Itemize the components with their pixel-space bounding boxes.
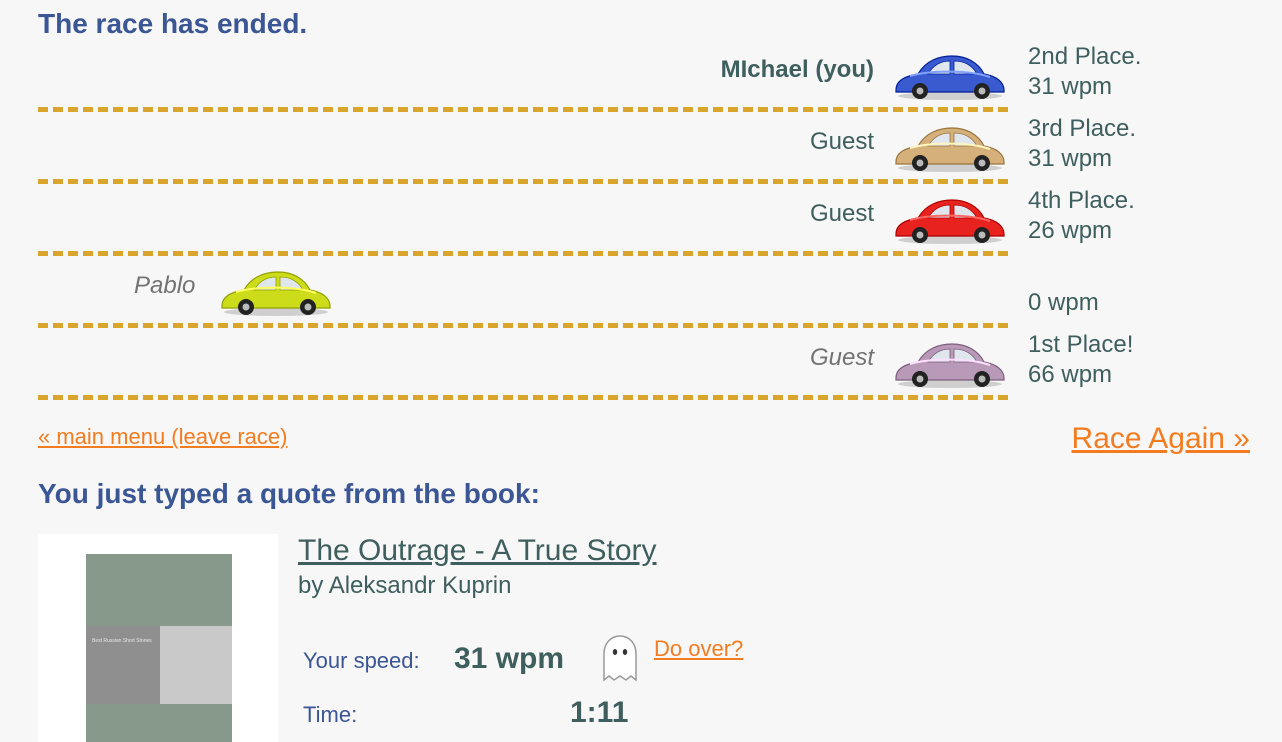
car-icon bbox=[890, 338, 1008, 390]
car-icon bbox=[890, 194, 1008, 246]
race-lane: MIchael (you) 2nd Place. 31 wpm bbox=[38, 40, 1258, 112]
race-results-page: The race has ended. MIchael (you) 2nd Pl… bbox=[0, 0, 1282, 742]
speed-value: 31 wpm bbox=[454, 642, 565, 675]
time-value: 1:11 bbox=[570, 696, 629, 729]
ghost-icon[interactable] bbox=[594, 632, 646, 684]
race-lane: Guest 4th Place. 26 wpm bbox=[38, 184, 1258, 256]
book-author: by Aleksandr Kuprin bbox=[298, 572, 512, 599]
racer-place bbox=[1028, 258, 1099, 288]
car-icon bbox=[890, 50, 1008, 102]
quote-heading: You just typed a quote from the book: bbox=[38, 478, 540, 509]
racer-result: 0 wpm bbox=[1028, 258, 1099, 318]
racer-wpm: 31 wpm bbox=[1028, 73, 1113, 100]
book-cover[interactable]: Best Russian Short Stories bbox=[86, 554, 232, 742]
racer-place: 4th Place. bbox=[1028, 187, 1135, 214]
lane-divider bbox=[38, 395, 1008, 400]
car-icon bbox=[216, 266, 334, 318]
car-icon bbox=[890, 122, 1008, 174]
racer-place: 1st Place! bbox=[1028, 331, 1134, 358]
speed-label: Your speed: bbox=[303, 648, 420, 673]
race-lane: Pablo 0 wpm bbox=[38, 256, 1258, 328]
racer-result: 4th Place. 26 wpm bbox=[1028, 186, 1135, 246]
racer-result: 2nd Place. 31 wpm bbox=[1028, 42, 1141, 102]
race-lane: Guest 3rd Place. 31 wpm bbox=[38, 112, 1258, 184]
racer-wpm: 31 wpm bbox=[1028, 145, 1113, 172]
do-over-link[interactable]: Do over? bbox=[654, 636, 743, 662]
racer-result: 3rd Place. 31 wpm bbox=[1028, 114, 1136, 174]
racer-wpm: 0 wpm bbox=[1028, 289, 1099, 316]
book-cover-frame[interactable]: Best Russian Short Stories bbox=[38, 534, 278, 742]
racer-name: Guest bbox=[809, 344, 874, 371]
racer-place: 3rd Place. bbox=[1028, 115, 1137, 142]
racer-name: Guest bbox=[809, 128, 874, 155]
racer-wpm: 26 wpm bbox=[1028, 217, 1113, 244]
race-lane: Guest 1st Place! 66 wpm bbox=[38, 328, 1258, 400]
book-title-link[interactable]: The Outrage - A True Story bbox=[298, 534, 657, 568]
racer-wpm: 66 wpm bbox=[1028, 361, 1113, 388]
cover-text: Best Russian Short Stories bbox=[92, 638, 152, 644]
race-again-link[interactable]: Race Again » bbox=[1072, 422, 1250, 456]
racer-name: Pablo bbox=[134, 272, 196, 299]
racer-result: 1st Place! 66 wpm bbox=[1028, 330, 1133, 390]
race-track: MIchael (you) 2nd Place. 31 wpm Guest 3r… bbox=[38, 40, 1258, 405]
racer-name: Guest bbox=[809, 200, 874, 227]
time-label: Time: bbox=[303, 702, 358, 727]
racer-place: 2nd Place. bbox=[1028, 43, 1142, 70]
cover-square bbox=[160, 626, 232, 704]
racer-name: MIchael (you) bbox=[720, 56, 874, 83]
main-menu-link[interactable]: « main menu (leave race) bbox=[38, 424, 287, 450]
race-status-heading: The race has ended. bbox=[38, 8, 308, 39]
